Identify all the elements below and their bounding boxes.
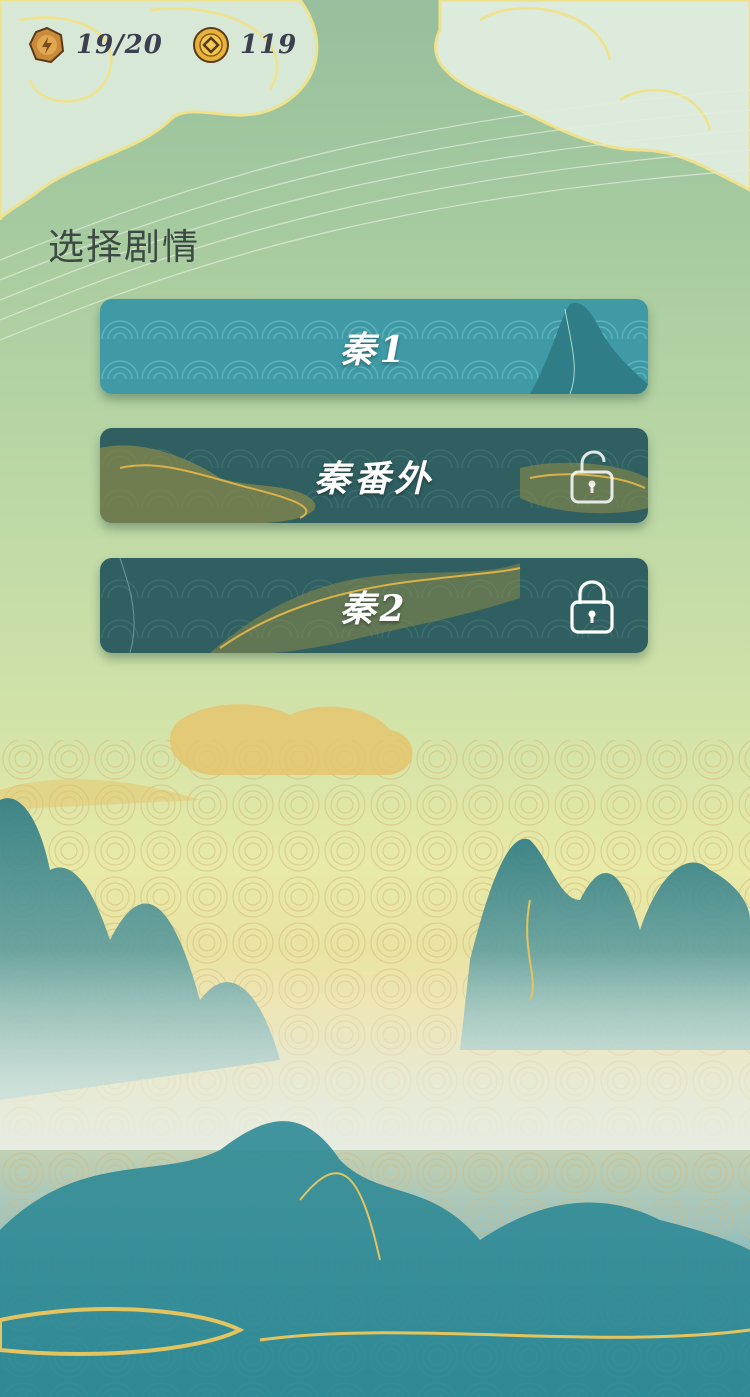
- coin-icon: [193, 27, 229, 63]
- story-label-3: 秦2: [339, 587, 409, 630]
- page-title: 选择剧情: [48, 227, 201, 268]
- energy-counter: 19/20: [28, 26, 163, 64]
- story-label-1: 秦1: [339, 328, 409, 371]
- energy-medal-icon: [28, 26, 65, 64]
- story-label-2: 秦番外: [313, 457, 434, 500]
- coin-value: 119: [240, 30, 298, 60]
- coin-counter: 119: [192, 26, 297, 64]
- padlock-icon: [570, 580, 614, 634]
- background-scenery: [0, 0, 750, 1397]
- story-button-1[interactable]: 秦1: [100, 299, 648, 394]
- story-button-2[interactable]: 秦番外: [100, 428, 648, 523]
- unlocked-padlock-icon: [570, 450, 614, 504]
- energy-value: 19/20: [76, 30, 163, 60]
- story-button-3[interactable]: 秦2: [100, 558, 648, 653]
